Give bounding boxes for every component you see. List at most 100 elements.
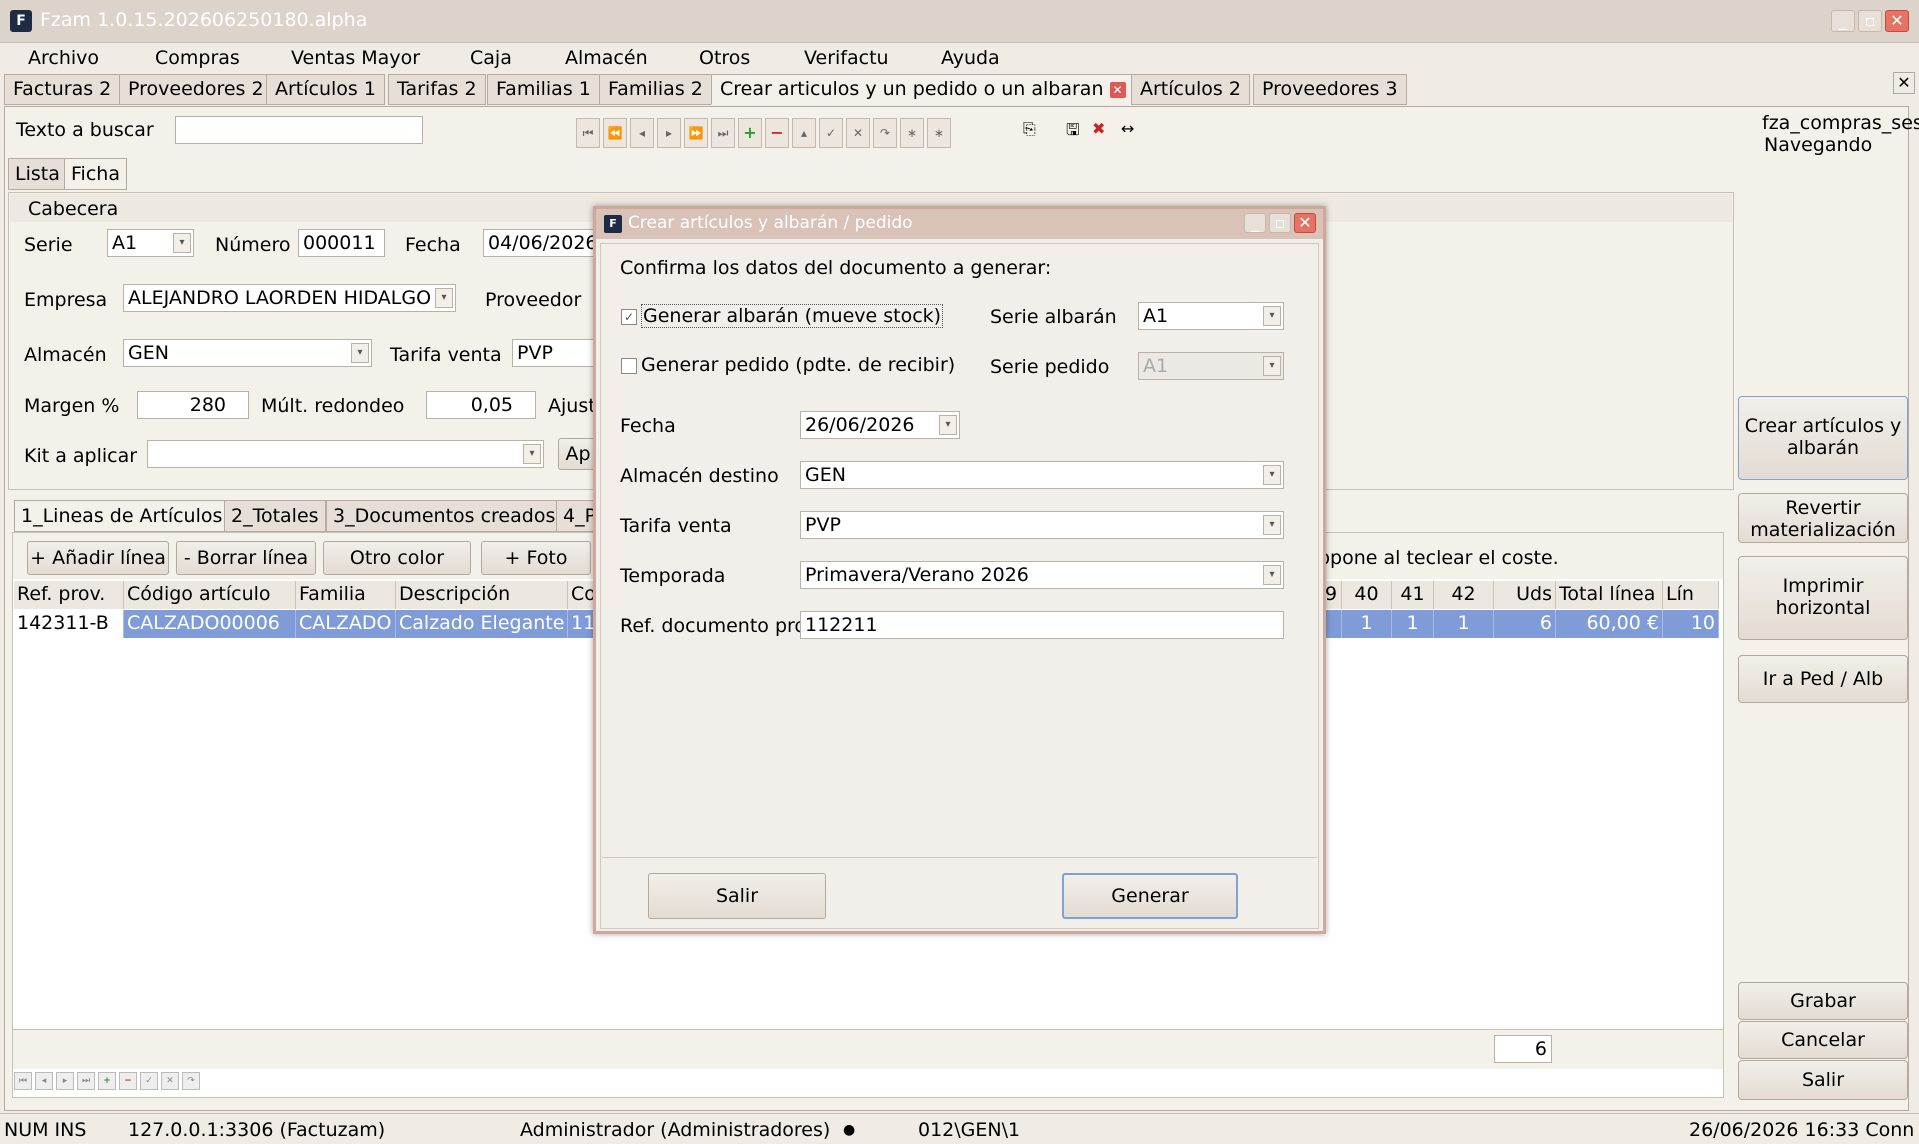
prev-page-icon[interactable]: ⏪: [603, 118, 627, 148]
col-descripcion[interactable]: Descripción: [396, 581, 568, 609]
revertir-button[interactable]: Revertir materialización: [1738, 493, 1908, 543]
chevron-down-icon[interactable]: ▾: [523, 444, 541, 464]
tab-crear-articulos[interactable]: Crear articulos y un pedido o un albaran…: [711, 74, 1135, 105]
crear-articulos-albaran-button[interactable]: Crear artículos y albarán: [1738, 396, 1908, 480]
numero-field[interactable]: 000011: [298, 229, 385, 257]
menu-ayuda[interactable]: Ayuda: [941, 47, 1000, 69]
next-record-icon[interactable]: ▸: [657, 118, 681, 148]
menu-otros[interactable]: Otros: [699, 47, 750, 69]
chevron-down-icon[interactable]: ▾: [1263, 306, 1281, 326]
chevron-down-icon[interactable]: ▾: [1263, 465, 1281, 485]
delete-line-icon[interactable]: −: [119, 1072, 137, 1090]
serie-select[interactable]: A1 ▾: [107, 229, 194, 257]
tab-familias-2[interactable]: Familias 2: [599, 74, 712, 105]
add-photo-button[interactable]: + Foto: [481, 541, 591, 575]
cell-ref-prov[interactable]: 142311-B: [14, 610, 124, 638]
close-icon[interactable]: ✕: [1885, 10, 1909, 32]
other-color-button[interactable]: Otro color: [323, 541, 471, 575]
menu-almacen[interactable]: Almacén: [565, 47, 648, 69]
col-total-linea[interactable]: Total línea: [1556, 581, 1663, 609]
cell-41[interactable]: 1: [1392, 610, 1434, 638]
maximize-icon[interactable]: ▫: [1269, 213, 1291, 233]
margen-stepper[interactable]: 280: [137, 391, 249, 419]
aplicar-kit-button[interactable]: Ap: [558, 438, 598, 470]
tab-close-icon[interactable]: ✕: [1109, 81, 1126, 98]
close-page-icon[interactable]: ✕: [1893, 72, 1915, 94]
tarifa-venta-select[interactable]: PVP ▾: [800, 511, 1284, 539]
search-input[interactable]: [175, 116, 423, 144]
menu-ventas-mayor[interactable]: Ventas Mayor: [291, 47, 420, 69]
tab-facturas-2[interactable]: Facturas 2: [4, 74, 121, 105]
cell-descripcion[interactable]: Calzado Elegante: [396, 610, 568, 638]
cell-40[interactable]: 1: [1342, 610, 1392, 638]
next-line-icon[interactable]: ▸: [56, 1072, 74, 1090]
tab-lista[interactable]: Lista: [8, 158, 67, 190]
add-line-icon[interactable]: +: [98, 1072, 116, 1090]
cell-codigo[interactable]: CALZADO00006: [124, 610, 296, 638]
gen-albaran-label[interactable]: Generar albarán (mueve stock): [641, 304, 944, 328]
col-42[interactable]: 42: [1434, 581, 1494, 609]
tab-familias-1[interactable]: Familias 1: [487, 74, 600, 105]
apply-icon[interactable]: ∗: [900, 118, 924, 148]
cancel-line-icon[interactable]: ✕: [161, 1072, 179, 1090]
empresa-select[interactable]: ALEJANDRO LAORDEN HIDALGO ▾: [123, 284, 456, 312]
menu-verifactu[interactable]: Verifactu: [804, 47, 889, 69]
cancel-updates-icon[interactable]: ∗: [927, 118, 951, 148]
cancel-record-icon[interactable]: ✕: [846, 118, 870, 148]
kit-select[interactable]: ▾: [147, 440, 544, 468]
tab-proveedores-2[interactable]: Proveedores 2: [119, 74, 273, 105]
menu-caja[interactable]: Caja: [470, 47, 512, 69]
menu-compras[interactable]: Compras: [155, 47, 240, 69]
col-lin[interactable]: Lín: [1663, 581, 1719, 609]
last-record-icon[interactable]: ⏭: [711, 118, 735, 148]
save-icon[interactable]: 🖫: [1066, 119, 1080, 146]
chevron-down-icon[interactable]: ▾: [939, 415, 957, 435]
cell-uds[interactable]: 6: [1494, 610, 1556, 638]
grabar-button[interactable]: Grabar: [1738, 982, 1908, 1020]
menu-archivo[interactable]: Archivo: [28, 47, 99, 69]
serie-albaran-select[interactable]: A1 ▾: [1138, 302, 1284, 330]
cell-42[interactable]: 1: [1434, 610, 1494, 638]
ir-ped-alb-button[interactable]: Ir a Ped / Alb: [1738, 655, 1908, 703]
edit-record-icon[interactable]: ▴: [792, 118, 816, 148]
dialog-salir-button[interactable]: Salir: [648, 873, 826, 919]
last-line-icon[interactable]: ⏭: [77, 1072, 95, 1090]
tab-tarifas-2[interactable]: Tarifas 2: [388, 74, 486, 105]
minimize-icon[interactable]: _: [1831, 10, 1855, 32]
gen-albaran-checkbox[interactable]: ✓: [621, 309, 637, 325]
cell-total-linea[interactable]: 60,00 €: [1556, 610, 1663, 638]
col-uds[interactable]: Uds: [1494, 581, 1556, 609]
tab-articulos-2[interactable]: Artículos 2: [1131, 74, 1250, 105]
fecha-picker[interactable]: 26/06/2026 ▾: [800, 411, 960, 439]
delete-record-icon[interactable]: −: [765, 118, 789, 148]
tab-ficha[interactable]: Ficha: [64, 158, 127, 190]
add-record-icon[interactable]: +: [738, 118, 762, 148]
prev-record-icon[interactable]: ◂: [630, 118, 654, 148]
chevron-down-icon[interactable]: ▾: [351, 343, 369, 363]
first-line-icon[interactable]: ⏮: [14, 1072, 32, 1090]
col-ref-prov[interactable]: Ref. prov.: [14, 581, 124, 609]
almacen-select[interactable]: GEN ▾: [123, 339, 372, 367]
imprimir-horizontal-button[interactable]: Imprimir horizontal: [1738, 556, 1908, 640]
prev-line-icon[interactable]: ◂: [35, 1072, 53, 1090]
col-40[interactable]: 40: [1342, 581, 1392, 609]
add-line-button[interactable]: + Añadir línea: [27, 541, 169, 575]
mult-stepper[interactable]: 0,05: [426, 391, 536, 419]
fecha-field[interactable]: 04/06/2026: [483, 229, 596, 257]
refresh-line-icon[interactable]: ↷: [182, 1072, 200, 1090]
gen-pedido-label[interactable]: Generar pedido (pdte. de recibir): [641, 354, 955, 376]
tab-lineas[interactable]: 1_Lineas de Artículos: [14, 500, 230, 532]
tarifa-select[interactable]: PVP: [512, 339, 596, 367]
maximize-icon[interactable]: ▫: [1858, 10, 1882, 32]
post-line-icon[interactable]: ✓: [140, 1072, 158, 1090]
tab-articulos-1[interactable]: Artículos 1: [266, 74, 385, 105]
almacen-destino-select[interactable]: GEN ▾: [800, 461, 1284, 489]
refresh-icon[interactable]: ↷: [873, 118, 897, 148]
tab-totales[interactable]: 2_Totales: [224, 500, 326, 532]
cancelar-button[interactable]: Cancelar: [1738, 1021, 1908, 1059]
first-record-icon[interactable]: ⏮: [576, 118, 600, 148]
chevron-down-icon[interactable]: ▾: [1263, 515, 1281, 535]
col-41[interactable]: 41: [1392, 581, 1434, 609]
cell-familia[interactable]: CALZADO: [296, 610, 396, 638]
salir-button[interactable]: Salir: [1738, 1060, 1908, 1100]
